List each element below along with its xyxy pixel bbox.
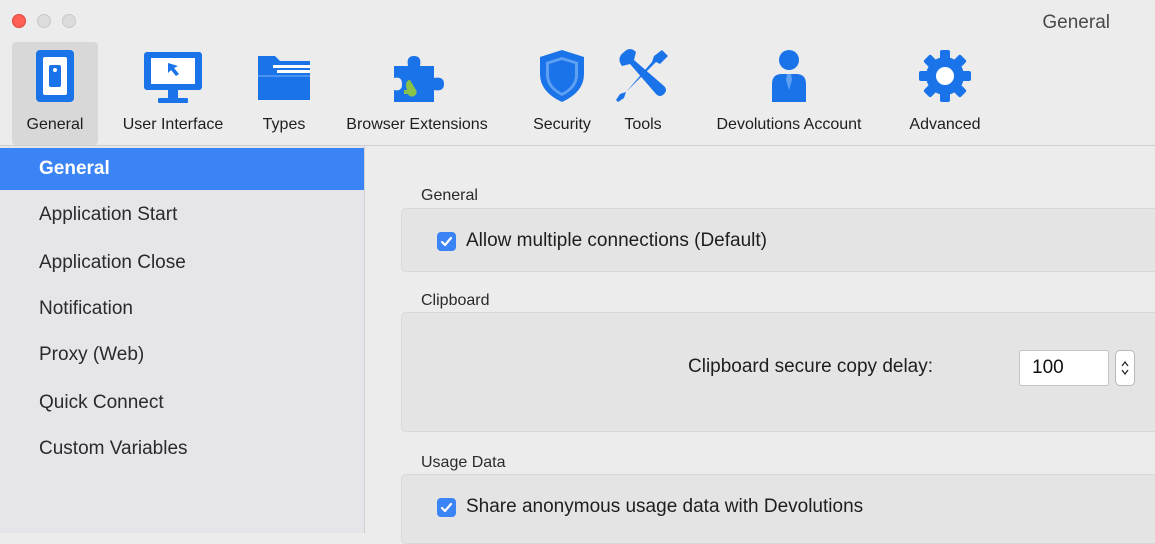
settings-sidebar: General Application Start Application Cl…	[0, 146, 365, 533]
window-title: General	[1042, 12, 1110, 33]
tab-general[interactable]: General	[12, 42, 98, 145]
switch-icon	[36, 50, 74, 102]
sidebar-item-notification[interactable]: Notification	[0, 288, 364, 330]
tab-label: Security	[533, 116, 591, 133]
tab-label: General	[26, 116, 84, 133]
puzzle-icon	[394, 56, 444, 102]
preferences-toolbar: General User Interface Types Browser Ext…	[0, 42, 1155, 146]
folder-icon	[258, 56, 310, 100]
sidebar-item-quick-connect[interactable]: Quick Connect	[0, 382, 364, 424]
usage-data-group-box: Share anonymous usage data with Devoluti…	[401, 474, 1155, 544]
minimize-window-button[interactable]	[37, 14, 51, 28]
sidebar-item-application-close[interactable]: Application Close	[0, 242, 364, 284]
tab-label: Tools	[624, 116, 662, 133]
tab-devolutions-account[interactable]: Devolutions Account	[686, 42, 892, 145]
allow-multiple-connections-checkbox[interactable]: Allow multiple connections (Default)	[437, 230, 767, 252]
section-title-clipboard: Clipboard	[421, 292, 490, 309]
clipboard-delay-stepper[interactable]	[1115, 350, 1135, 386]
clipboard-group-box: Clipboard secure copy delay: 100	[401, 312, 1155, 432]
tab-browser-extensions[interactable]: Browser Extensions	[322, 42, 512, 145]
sidebar-item-custom-variables[interactable]: Custom Variables	[0, 428, 364, 470]
sidebar-item-proxy-web[interactable]: Proxy (Web)	[0, 334, 364, 376]
share-usage-data-checkbox[interactable]: Share anonymous usage data with Devoluti…	[437, 496, 863, 518]
sidebar-item-general[interactable]: General	[0, 148, 364, 190]
tab-label: Types	[262, 116, 306, 133]
tab-label: Browser Extensions	[346, 116, 488, 133]
checkbox-checked-icon	[437, 231, 456, 251]
tab-tools[interactable]: Tools	[612, 42, 674, 145]
tab-label: Devolutions Account	[716, 116, 862, 133]
stepper-arrows-icon	[1121, 360, 1129, 376]
clipboard-delay-label: Clipboard secure copy delay:	[688, 356, 934, 377]
checkbox-label: Allow multiple connections (Default)	[466, 230, 767, 251]
monitor-icon	[144, 52, 202, 103]
tab-label: User Interface	[122, 116, 224, 133]
section-title-usage-data: Usage Data	[421, 454, 506, 471]
section-title-general: General	[421, 187, 478, 204]
tab-advanced[interactable]: Advanced	[894, 42, 996, 145]
gear-icon	[919, 50, 971, 102]
sidebar-item-application-start[interactable]: Application Start	[0, 194, 364, 236]
zoom-window-button[interactable]	[62, 14, 76, 28]
tab-user-interface[interactable]: User Interface	[100, 42, 246, 145]
clipboard-delay-input[interactable]: 100	[1019, 350, 1109, 386]
shield-icon	[540, 50, 584, 102]
tools-icon	[616, 49, 668, 102]
checkbox-checked-icon	[437, 497, 456, 517]
tab-security[interactable]: Security	[516, 42, 608, 145]
tab-types[interactable]: Types	[250, 42, 318, 145]
title-bar: General	[0, 0, 1155, 42]
close-window-button[interactable]	[12, 14, 26, 28]
checkbox-label: Share anonymous usage data with Devoluti…	[466, 496, 864, 517]
general-group-box: Allow multiple connections (Default)	[401, 208, 1155, 272]
user-icon	[772, 50, 806, 102]
settings-panel: General Allow multiple connections (Defa…	[365, 146, 1155, 544]
tab-label: Advanced	[909, 116, 981, 133]
